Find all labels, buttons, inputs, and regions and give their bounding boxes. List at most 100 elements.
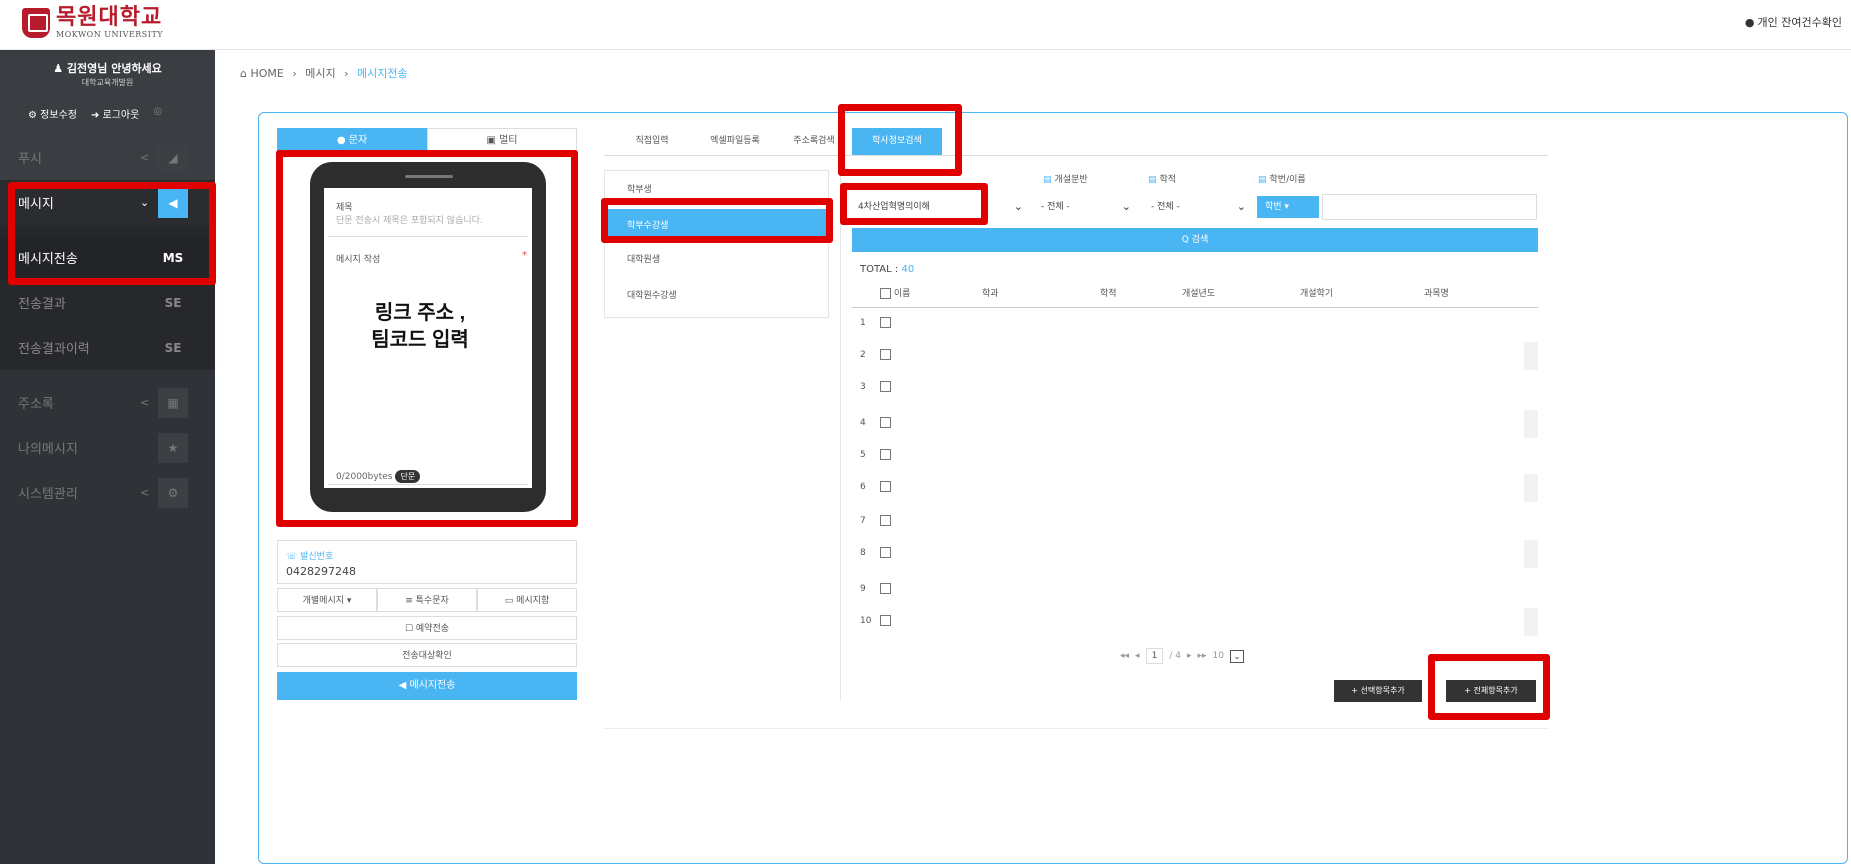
sender-label: ☏ 발신번호 [286,552,334,562]
add-all-button[interactable]: + 전체항목추가 [1446,680,1536,702]
gear-icon: ⚙ [158,477,188,508]
send-icon: ◀ [398,680,410,691]
chevron-down-icon: ⌄ [1013,200,1023,213]
user-department: 대학교육개발원 [81,78,134,87]
subject-label: 제목 [336,203,353,213]
total-count: TOTAL : 40 [860,264,915,275]
sidebar-item-push[interactable]: 푸시 < ◢ [0,135,215,180]
reserve-send-button[interactable]: ☐ 예약전송 [277,616,577,640]
chevron-down-icon: ⌄ [140,196,150,209]
next-page-button[interactable]: ▸ [1187,651,1192,661]
search-button[interactable]: Q 검색 [852,228,1538,252]
sms-type-badge: 단문 [395,470,421,483]
sidebar-item-addressbook[interactable]: 주소록 < ▦ [0,380,215,425]
table-header: 이름 학과 학적 개설년도 개설학기 과목명 [852,280,1538,308]
send-message-button[interactable]: ◀ 메시지전송 [277,672,577,700]
user-greeting: ♟ 김전영님 안녕하세요 [53,62,162,75]
row-checkbox[interactable] [880,381,891,392]
table-row: 1 [852,308,1538,340]
page-total: / 4 [1169,651,1181,661]
first-page-button[interactable]: ◂◂ [1120,651,1129,661]
table-row: 9 [852,574,1538,606]
row-checkbox[interactable] [880,449,891,460]
add-selected-button[interactable]: + 선택항목추가 [1334,680,1422,702]
category-undergrad-course[interactable]: 학부수강생 [605,209,830,243]
row-checkbox[interactable] [880,615,891,626]
logout-link[interactable]: ➜ 로그아웃 [91,106,139,121]
sender-number-box[interactable]: ☏ 발신번호 0428297248 [277,540,577,584]
category-grad[interactable]: 대학원생 [605,243,830,277]
filter-label-status: ▤ 학적 [1148,175,1177,185]
id-type-select[interactable]: 학번 ▾ [1257,196,1319,218]
table-row: 7 [852,506,1538,538]
university-logo[interactable]: 목원대학교 MOKWON UNIVERSITY [22,6,163,39]
subject-input[interactable]: 단문 전송시 제목은 포함되지 않습니다. [336,213,483,226]
select-all-checkbox[interactable] [880,288,891,299]
table-row: 10 [852,606,1538,638]
table-row: 5 [852,440,1538,472]
row-checkbox[interactable] [880,547,891,558]
edit-info-link[interactable]: ⚙ 정보수정 [28,106,77,121]
breadcrumb: ⌂ HOME › 메시지 › 메시지전송 [240,67,408,80]
row-checkbox[interactable] [880,481,891,492]
logo-sub: MOKWON UNIVERSITY [56,30,164,39]
row-checkbox[interactable] [880,349,891,360]
table-row: 3 [852,372,1538,404]
sidebar-item-message-send[interactable]: 메시지전송 MS [0,235,215,280]
last-page-button[interactable]: ▸▸ [1197,651,1206,661]
breadcrumb-home[interactable]: HOME [250,67,283,80]
sidebar-item-my-message[interactable]: 나의메시지 ★ [0,425,215,470]
individual-message-button[interactable]: 개별메시지 ▾ [277,588,377,612]
breadcrumb-message[interactable]: 메시지 [305,67,335,80]
sidebar-item-send-result[interactable]: 전송결과 SE [0,280,215,325]
table-row: 2 [852,340,1538,372]
submenu-spacer [0,225,215,235]
tab-addressbook-search[interactable]: 주소록검색 [784,128,844,155]
chevron-left-icon: < [140,396,150,409]
category-undergrad[interactable]: 학부생 [605,173,830,207]
tab-sms[interactable]: ● 문자 [277,128,427,152]
table-row: 8 [852,538,1538,570]
category-grad-course[interactable]: 대학원수강생 [605,279,830,313]
chat-bubble-icon: ● [1744,16,1755,29]
annotation-text: 링크 주소 , 팀코드 입력 [371,302,469,351]
tab-direct-input[interactable]: 직접입력 [622,128,682,155]
pagination: ◂◂ ◂ 1 / 4 ▸ ▸▸ 10 ⌄ [1120,648,1244,664]
category-list: 학부생 학부수강생 대학원생 대학원수강생 [604,170,830,318]
row-checkbox[interactable] [880,317,891,328]
page-input[interactable]: 1 [1145,648,1164,664]
prev-page-button[interactable]: ◂ [1135,651,1140,661]
section-select[interactable]: - 전체 - ⌄ [1035,194,1135,220]
special-char-button[interactable]: ≡ 특수문자 [377,588,477,612]
sidebar-item-system[interactable]: 시스템관리 < ⚙ [0,470,215,515]
byte-counter: 0/2000bytes 단문 [336,470,421,483]
message-box-button[interactable]: ▭ 메시지함 [477,588,577,612]
user-icon: ♟ [53,62,67,75]
filter-label-id: ▤ 학번/이름 [1258,175,1306,185]
star-icon: ★ [158,432,188,463]
row-checkbox[interactable] [880,583,891,594]
emblem-icon [22,7,50,38]
course-select[interactable]: 4차산업혁명의이해 ⌄ [852,194,1027,220]
tab-excel-upload[interactable]: 엑셀파일등록 [700,128,770,155]
chevron-down-icon: ⌄ [1121,200,1131,213]
remaining-count-link[interactable]: ● 개인 잔여건수확인 [1745,14,1845,30]
ms-code: MS [162,250,184,265]
sidebar-item-send-history[interactable]: 전송결과이력 SE [0,325,215,370]
sidebar-item-message[interactable]: 메시지 ⌄ ◀ [0,180,215,225]
settings-icon[interactable]: ◎ [153,106,162,121]
check-recipients-button[interactable]: 전송대상확인 [277,643,577,667]
logo-text: 목원대학교 [56,5,163,30]
compose-options: 개별메시지 ▾ ≡ 특수문자 ▭ 메시지함 [277,588,577,612]
filter-label-section: ▤ 개설분반 [1043,175,1088,185]
page-size-select[interactable]: ⌄ [1229,649,1244,663]
id-name-input[interactable] [1322,194,1537,220]
status-select[interactable]: - 전체 - ⌄ [1145,194,1250,220]
chevron-down-icon: ⌄ [1236,200,1246,213]
tab-academic-search[interactable]: 학사정보검색 [852,128,942,155]
table-row: 6 [852,472,1538,504]
row-checkbox[interactable] [880,417,891,428]
tab-mms[interactable]: ▣ 멀티 [427,128,577,152]
se-code: SE [164,295,182,310]
row-checkbox[interactable] [880,515,891,526]
